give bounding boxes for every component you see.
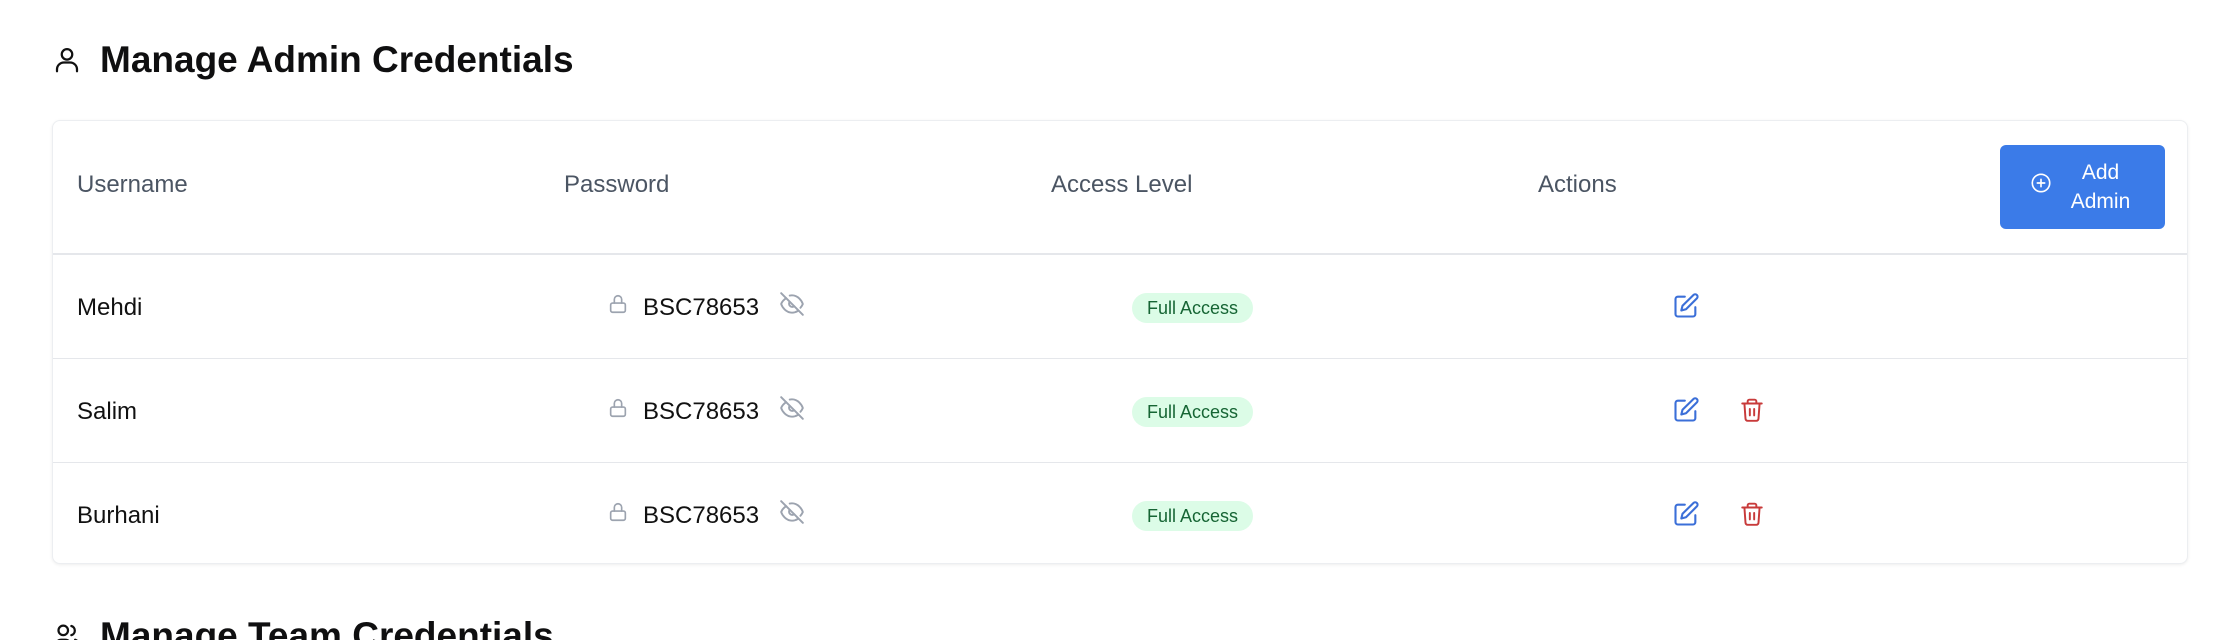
row-actions <box>1672 291 1700 321</box>
table-body: Mehdi BSC78653 Full Access Salim BSC78653 Ful… <box>53 255 2187 563</box>
users-icon <box>52 619 82 640</box>
page: Manage Admin Credentials Username Passwo… <box>0 0 2216 640</box>
column-header-username: Username <box>77 171 188 198</box>
team-section-title: Manage Team Credentials <box>100 615 554 640</box>
edit-icon[interactable] <box>1672 395 1700 425</box>
table-row: Burhani BSC78653 Full Access <box>53 463 2187 563</box>
access-level-badge: Full Access <box>1132 501 1254 531</box>
edit-icon[interactable] <box>1672 499 1700 529</box>
add-admin-button[interactable]: Add Admin <box>2000 145 2165 229</box>
password-value: BSC78653 <box>643 397 760 425</box>
add-admin-label: Add Admin <box>2070 161 2131 213</box>
page-title: Manage Admin Credentials <box>100 39 574 80</box>
lock-icon <box>607 500 629 531</box>
column-header-access-level: Access Level <box>1051 171 1193 198</box>
eye-off-icon[interactable] <box>779 395 805 428</box>
row-actions <box>1672 395 1766 425</box>
table-row: Salim BSC78653 Full Access <box>53 359 2187 463</box>
column-header-password: Password <box>564 171 670 198</box>
delete-icon[interactable] <box>1738 499 1766 529</box>
access-level-badge: Full Access <box>1132 397 1254 427</box>
password-cell: BSC78653 <box>607 395 805 428</box>
access-level-badge: Full Access <box>1132 293 1254 323</box>
username-cell: Burhani <box>77 502 160 529</box>
column-header-actions: Actions <box>1538 171 1617 198</box>
table-row: Mehdi BSC78653 Full Access <box>53 255 2187 359</box>
eye-off-icon[interactable] <box>779 499 805 532</box>
password-value: BSC78653 <box>643 501 760 529</box>
username-cell: Salim <box>77 398 138 425</box>
password-cell: BSC78653 <box>607 291 805 324</box>
eye-off-icon[interactable] <box>779 291 805 324</box>
delete-icon[interactable] <box>1738 395 1766 425</box>
team-section-header: Manage Team Credentials <box>52 612 554 640</box>
password-cell: BSC78653 <box>607 499 805 532</box>
user-icon <box>52 43 82 77</box>
row-actions <box>1672 499 1766 529</box>
admin-credentials-table: Username Password Access Level Actions A… <box>52 120 2188 564</box>
username-cell: Mehdi <box>77 294 143 321</box>
password-value: BSC78653 <box>643 293 760 321</box>
table-header: Username Password Access Level Actions A… <box>53 121 2187 255</box>
edit-icon[interactable] <box>1672 291 1700 321</box>
lock-icon <box>607 396 629 427</box>
admin-section-header: Manage Admin Credentials <box>52 36 574 84</box>
plus-circle-icon <box>2030 172 2052 202</box>
lock-icon <box>607 292 629 323</box>
